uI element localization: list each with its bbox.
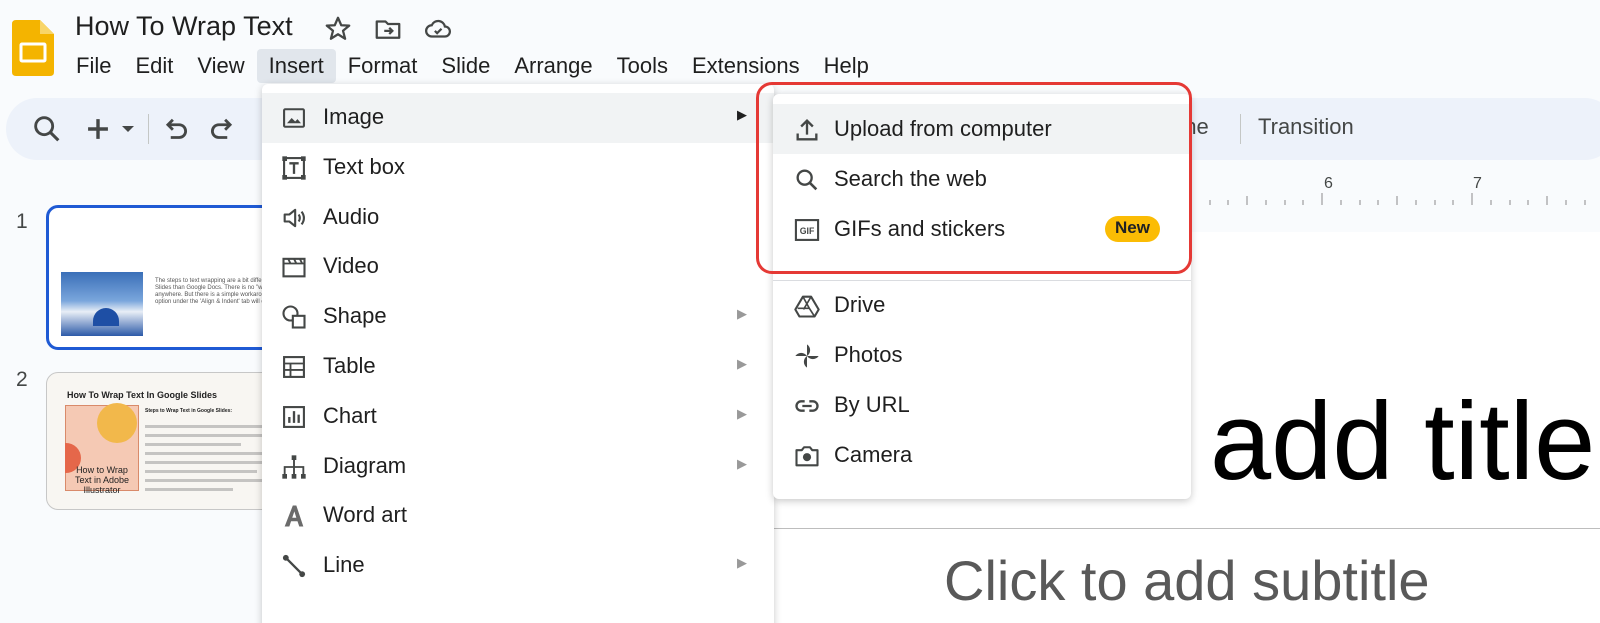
menu-edit[interactable]: Edit <box>123 49 185 83</box>
search-icon <box>796 169 818 191</box>
insert-text-box-item[interactable]: Text box <box>262 143 774 193</box>
text-box-icon <box>282 156 306 180</box>
camera-icon <box>795 446 819 467</box>
word-art-icon <box>284 505 304 527</box>
undo-icon[interactable] <box>158 112 192 146</box>
star-icon[interactable] <box>323 14 353 44</box>
insert-shape-item[interactable]: Shape ▶ <box>262 292 774 342</box>
new-slide-icon[interactable] <box>81 112 115 146</box>
submenu-arrow-icon: ▶ <box>737 107 747 122</box>
redo-icon[interactable] <box>206 112 240 146</box>
photos-icon <box>795 344 819 368</box>
insert-text-box-label: Text box <box>323 154 405 179</box>
menu-slide[interactable]: Slide <box>429 49 502 83</box>
menu-tools[interactable]: Tools <box>605 49 680 83</box>
slide-thumbnail-image <box>61 272 143 336</box>
insert-shape-label: Shape <box>323 303 387 328</box>
table-icon <box>283 356 305 378</box>
search-menus-icon[interactable] <box>30 112 64 146</box>
insert-word-art-item[interactable]: Word art <box>262 491 774 541</box>
slide-number: 1 <box>16 210 28 233</box>
horizontal-ruler: 5 6 7 <box>1170 175 1600 205</box>
insert-table-item[interactable]: Table ▶ <box>262 342 774 392</box>
menu-view[interactable]: View <box>185 49 256 83</box>
gifs-and-stickers-label: GIFs and stickers <box>834 216 1006 241</box>
search-the-web-item[interactable]: Search the web <box>773 154 1191 204</box>
move-to-folder-icon[interactable] <box>373 14 403 44</box>
menu-arrange[interactable]: Arrange <box>502 49 604 83</box>
by-url-label: By URL <box>834 392 910 417</box>
new-badge: New <box>1105 216 1160 242</box>
submenu-arrow-icon: ▶ <box>737 306 747 321</box>
insert-image-label: Image <box>323 104 385 129</box>
transition-button[interactable]: Transition <box>1258 114 1354 140</box>
submenu-arrow-icon: ▶ <box>737 555 747 570</box>
submenu-arrow-icon: ▶ <box>737 456 747 471</box>
insert-line-item[interactable]: Line ▶ <box>262 541 774 591</box>
menu-insert[interactable]: Insert <box>256 49 336 83</box>
submenu-arrow-icon: ▶ <box>737 356 747 371</box>
audio-icon <box>283 208 305 228</box>
line-icon <box>282 554 306 578</box>
slides-logo-icon[interactable] <box>12 20 54 76</box>
slides-app: How To Wrap Text File Edit View Insert F… <box>0 0 1600 623</box>
insert-audio-label: Audio <box>323 204 380 229</box>
insert-line-label: Line <box>323 552 365 577</box>
chart-icon <box>283 406 305 428</box>
camera-item[interactable]: Camera <box>773 430 1191 480</box>
camera-label: Camera <box>834 442 913 467</box>
insert-image-item[interactable]: Image ▶ <box>262 93 774 143</box>
gifs-and-stickers-item[interactable]: GIF GIFs and stickers New <box>773 204 1191 254</box>
menu-help[interactable]: Help <box>812 49 881 83</box>
search-the-web-label: Search the web <box>834 166 987 191</box>
menu-format[interactable]: Format <box>336 49 430 83</box>
slide-thumbnail-image-caption: How to Wrap Text in Adobe Illustrator <box>74 465 130 495</box>
gif-icon: GIF <box>794 219 820 241</box>
insert-chart-label: Chart <box>323 403 377 428</box>
slide-number: 2 <box>16 368 28 391</box>
upload-from-computer-label: Upload from computer <box>834 116 1052 141</box>
upload-icon <box>796 119 818 141</box>
insert-word-art-label: Word art <box>323 502 407 527</box>
shape-icon <box>282 305 306 329</box>
ruler-ticks <box>1171 193 1586 205</box>
drive-icon <box>794 295 820 318</box>
insert-menu: Image ▶ Text box Audio Video Shape ▶ Tab… <box>262 84 774 623</box>
menu-file[interactable]: File <box>64 49 123 83</box>
image-submenu: Upload from computer Search the web GIF … <box>773 94 1191 499</box>
drive-label: Drive <box>834 292 886 317</box>
by-url-item[interactable]: By URL <box>773 380 1191 430</box>
submenu-arrow-icon: ▶ <box>737 406 747 421</box>
church-dome-shape <box>93 308 119 326</box>
insert-video-item[interactable]: Video <box>262 242 774 292</box>
insert-table-label: Table <box>323 353 376 378</box>
cloud-saved-icon[interactable] <box>423 14 453 44</box>
image-icon <box>283 108 305 128</box>
decorative-circle <box>97 403 137 443</box>
insert-diagram-label: Diagram <box>323 453 407 478</box>
slide-title-placeholder[interactable]: add title <box>1210 378 1595 505</box>
slide-thumbnail-title: How To Wrap Text In Google Slides <box>67 390 218 400</box>
drive-item[interactable]: Drive <box>773 280 1191 330</box>
diagram-icon <box>282 455 306 479</box>
toolbar-separator <box>148 114 149 144</box>
video-icon <box>282 257 306 278</box>
link-icon <box>795 400 819 412</box>
slide-thumbnail-subheading: Steps to Wrap Text in Google Slides: <box>145 408 233 414</box>
upload-from-computer-item[interactable]: Upload from computer <box>773 104 1191 154</box>
toolbar-separator <box>1240 114 1241 144</box>
new-slide-layout-dropdown-icon[interactable] <box>116 112 140 146</box>
menu-extensions[interactable]: Extensions <box>680 49 812 83</box>
insert-video-label: Video <box>323 253 379 278</box>
slide-divider <box>760 528 1600 529</box>
svg-text:GIF: GIF <box>800 226 815 236</box>
insert-diagram-item[interactable]: Diagram ▶ <box>262 442 774 492</box>
insert-chart-item[interactable]: Chart ▶ <box>262 392 774 442</box>
slide-subtitle-placeholder[interactable]: Click to add subtitle <box>944 548 1430 613</box>
document-title[interactable]: How To Wrap Text <box>75 11 293 42</box>
insert-audio-item[interactable]: Audio <box>262 193 774 243</box>
menubar: File Edit View Insert Format Slide Arran… <box>64 49 881 83</box>
photos-label: Photos <box>834 342 903 367</box>
photos-item[interactable]: Photos <box>773 330 1191 380</box>
